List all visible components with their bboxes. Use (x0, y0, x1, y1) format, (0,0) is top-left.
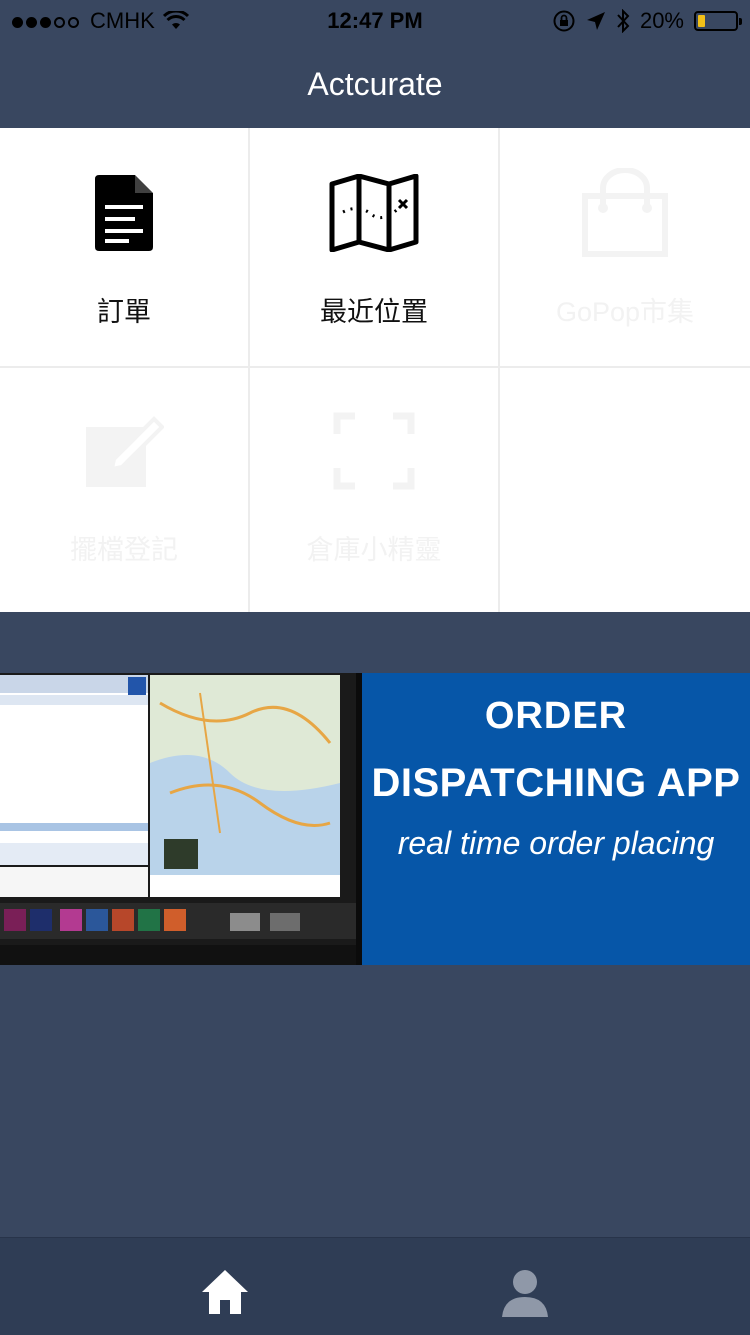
map-icon (329, 172, 419, 254)
grid-item-label: 訂單 (97, 297, 151, 327)
banner-screenshot-image (0, 673, 362, 965)
user-icon (502, 1270, 548, 1317)
nav-bar: Actcurate (0, 40, 750, 128)
feature-grid: 訂單 最近位置 GoPop市集 擺檔登記 倉庫小精靈 (0, 128, 750, 612)
battery-icon (694, 11, 742, 31)
shopping-bag-icon (581, 168, 669, 257)
edit-icon (84, 410, 164, 492)
banner-heading-line1: ORDER (484, 695, 628, 737)
grid-item-label: 最近位置 (320, 297, 428, 327)
banner-tagline: real time order placing (397, 825, 715, 861)
grid-item-recent-location[interactable]: 最近位置 (250, 128, 498, 366)
orientation-lock-icon (553, 10, 575, 32)
grid-item-label: 倉庫小精靈 (306, 535, 442, 565)
page-title: Actcurate (307, 66, 443, 102)
grid-item-warehouse-helper[interactable]: 倉庫小精靈 (250, 368, 498, 612)
tab-profile[interactable] (495, 1262, 555, 1322)
document-icon (95, 172, 153, 254)
tab-home[interactable] (195, 1262, 255, 1322)
grid-item-gopop-market[interactable]: GoPop市集 (500, 128, 750, 366)
banner-promo-panel: ORDER DISPATCHING APP real time order pl… (362, 673, 750, 965)
promo-banner[interactable]: ORDER DISPATCHING APP real time order pl… (0, 673, 750, 965)
grid-item-label: 擺檔登記 (70, 535, 178, 565)
bluetooth-icon (617, 9, 630, 33)
banner-heading-line2: DISPATCHING APP (371, 761, 741, 805)
home-icon (202, 1270, 248, 1314)
battery-percent: 20% (639, 8, 684, 33)
grid-item-stall-registration[interactable]: 擺檔登記 (0, 368, 248, 612)
scan-frame-icon (333, 410, 415, 492)
tab-bar (0, 1237, 750, 1335)
grid-item-label: GoPop市集 (555, 297, 695, 327)
grid-item-orders[interactable]: 訂單 (0, 128, 248, 366)
status-right: 20% (552, 8, 742, 34)
status-bar: CMHK 12:47 PM 20% (0, 0, 750, 40)
location-arrow-icon (586, 12, 605, 30)
grid-item-empty (500, 368, 750, 612)
